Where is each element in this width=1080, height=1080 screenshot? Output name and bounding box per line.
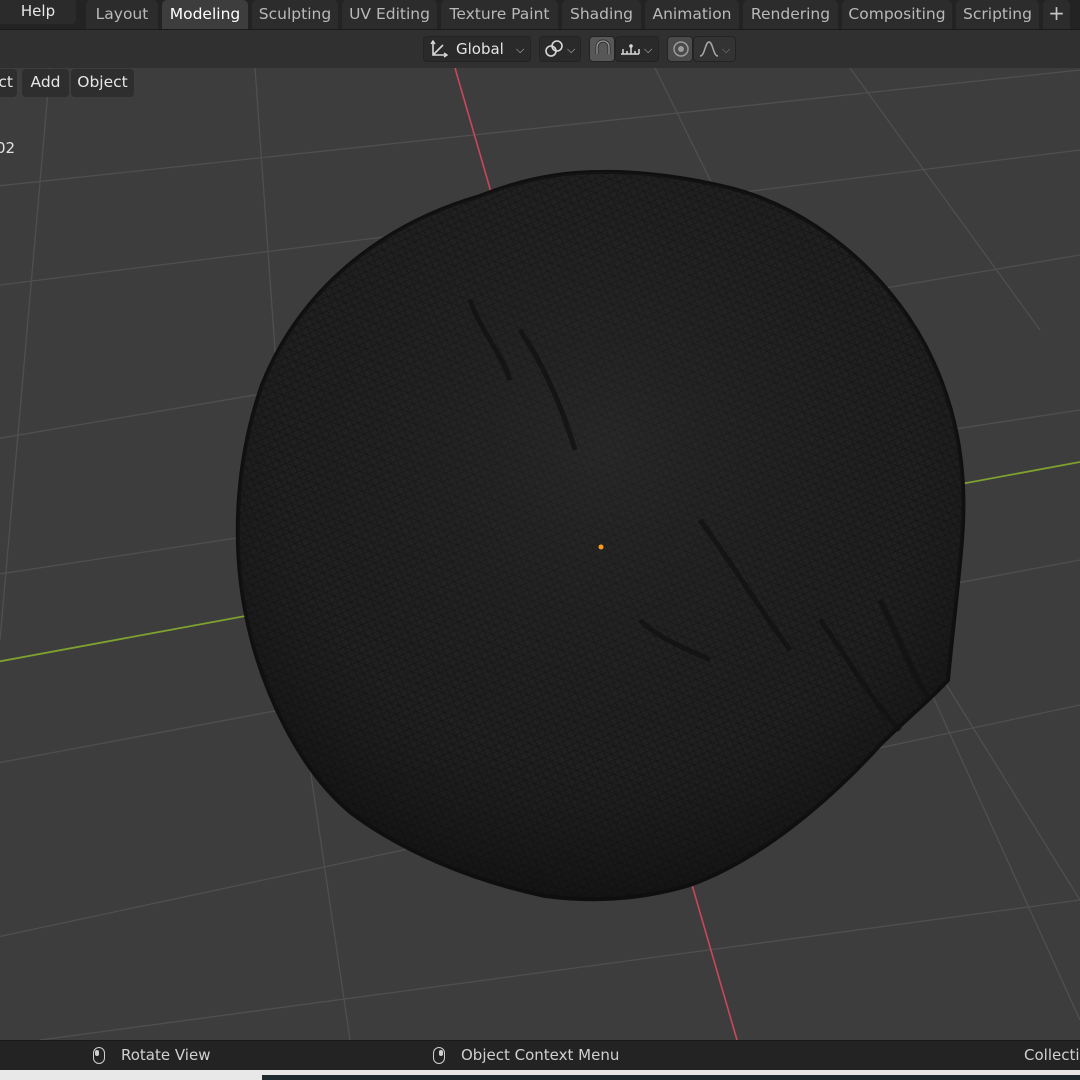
add-workspace-button[interactable]: + <box>1043 0 1070 29</box>
chevron-down-icon: ⌵ <box>722 43 731 56</box>
chevron-down-icon: ⌵ <box>644 43 653 56</box>
magnet-icon <box>595 39 611 54</box>
workspace-bar: Help Layout Modeling Sculpting UV Editin… <box>0 0 1080 30</box>
status-rotate-view: Rotate View <box>121 1046 211 1064</box>
link-icon <box>545 40 563 57</box>
chevron-down-icon: ⌵ <box>567 43 576 56</box>
chevron-down-icon: ⌵ <box>516 43 525 56</box>
tab-texture-paint[interactable]: Texture Paint <box>441 0 558 29</box>
status-bar: Rotate View Object Context Menu Collecti… <box>0 1040 1080 1070</box>
menu-help[interactable]: Help <box>0 0 76 24</box>
falloff-dropdown[interactable]: ⌵ <box>693 36 736 62</box>
snap-increment-icon <box>621 44 640 55</box>
tab-layout[interactable]: Layout <box>86 0 158 29</box>
status-context-menu: Object Context Menu <box>461 1046 620 1064</box>
viewport-scene <box>0 68 1080 1040</box>
tab-animation[interactable]: Animation <box>645 0 739 29</box>
status-collection: Collectio <box>1024 1046 1080 1064</box>
taskbar-strip <box>0 1070 1080 1080</box>
tab-uv-editing[interactable]: UV Editing <box>342 0 437 29</box>
menu-select[interactable]: ct <box>0 69 17 97</box>
mesh-object[interactable] <box>235 169 966 902</box>
3d-viewport[interactable] <box>0 68 1080 1040</box>
object-origin-point <box>598 544 604 550</box>
menu-object[interactable]: Object <box>71 69 134 97</box>
proportional-edit-toggle[interactable] <box>667 36 693 62</box>
snap-target-dropdown[interactable]: ⌵ <box>615 36 659 62</box>
snap-toggle[interactable] <box>589 36 615 62</box>
falloff-curve-icon <box>699 41 719 57</box>
tab-scripting[interactable]: Scripting <box>956 0 1039 29</box>
pivot-point-dropdown[interactable]: ⌵ <box>539 36 581 62</box>
transform-orientation-value: Global <box>456 40 504 58</box>
tab-sculpting[interactable]: Sculpting <box>252 0 338 29</box>
tab-modeling[interactable]: Modeling <box>162 0 248 29</box>
menu-add[interactable]: Add <box>22 69 69 97</box>
mouse-right-icon <box>433 1047 445 1064</box>
tab-rendering[interactable]: Rendering <box>743 0 838 29</box>
proportional-edit-icon <box>673 41 689 57</box>
transform-orientation-dropdown[interactable]: Global ⌵ <box>423 36 531 62</box>
object-info-text: 02 <box>0 139 16 157</box>
tab-shading[interactable]: Shading <box>562 0 641 29</box>
tab-compositing[interactable]: Compositing <box>842 0 952 29</box>
mouse-left-icon <box>93 1047 105 1064</box>
axes-icon <box>430 39 449 58</box>
